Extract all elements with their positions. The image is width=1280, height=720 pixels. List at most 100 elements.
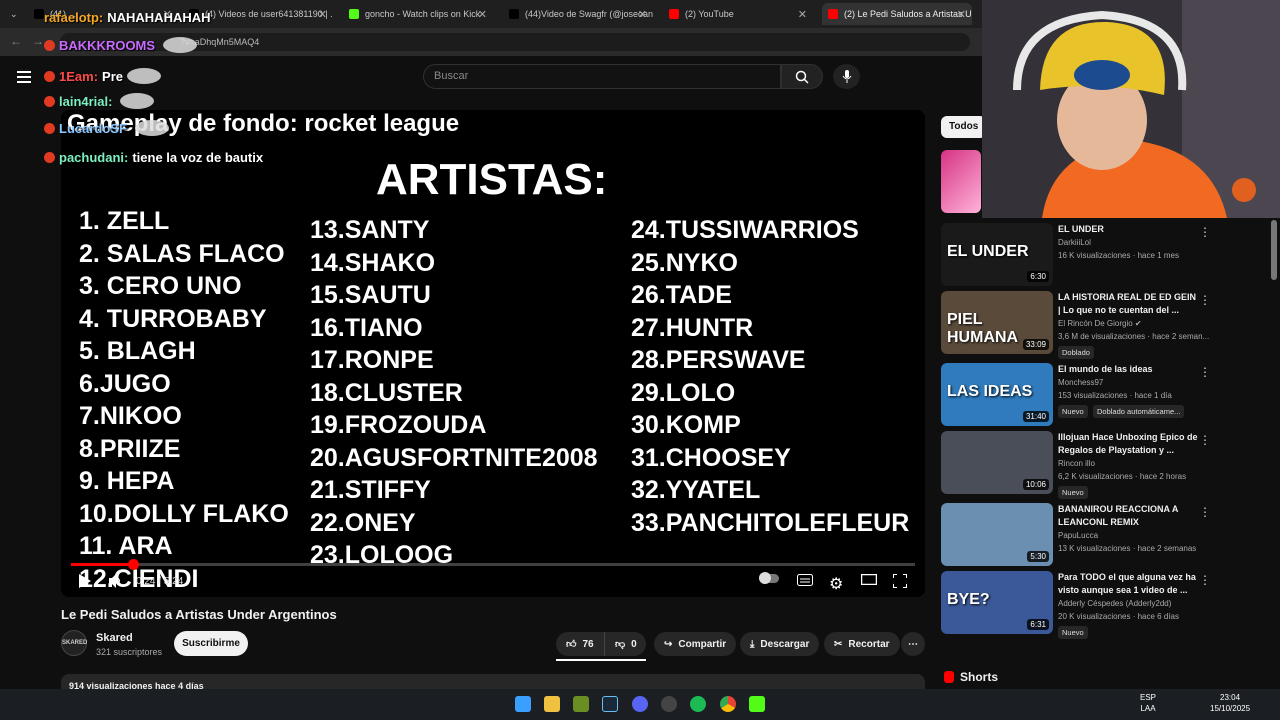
progress-fill [71,563,134,566]
video-thumbnail[interactable]: 10:06 [941,431,1053,494]
fullscreen-button[interactable] [893,574,907,588]
share-button[interactable]: ↪ Compartir [654,632,737,656]
chat-badge-icon [44,95,55,107]
artist-entry: 21.STIFFY [310,476,431,504]
more-options-icon[interactable]: ⋮ [1199,225,1211,239]
video-thumbnail[interactable]: PIEL HUMANA 33:09 [941,291,1053,354]
chat-username: pachudani: [59,150,129,165]
subscribe-button[interactable]: Suscribirme [174,631,248,656]
recommended-channel[interactable]: Rincon illo [1058,459,1095,468]
recommended-channel[interactable]: PapuLucca [1058,531,1098,540]
recommended-title[interactable]: Para TODO el que alguna vez ha visto aun… [1058,571,1198,597]
download-button[interactable]: ⤓ Descargar [740,632,820,656]
recommended-channel[interactable]: El Rincón De Giorgio ✔ [1058,319,1142,328]
close-tab-icon[interactable]: ✕ [798,8,807,21]
recommended-video[interactable]: EL UNDER 6:30 EL UNDER DarkiiiLol 16 K visua… [941,223,1211,289]
close-tab-icon[interactable]: ✕ [478,8,487,21]
video-thumbnail[interactable]: 5:30 [941,503,1053,566]
recommended-title[interactable]: El mundo de las ideas [1058,363,1198,376]
more-options-icon[interactable]: ⋮ [1199,293,1211,307]
system-clock[interactable]: 23:04 15/10/2025 [1210,692,1250,714]
menu-icon[interactable] [17,71,31,83]
shorts-section[interactable]: Shorts [944,670,998,684]
tab-list-button[interactable]: ⌄ [4,3,24,25]
artist-entry: 2. SALAS FLACO [79,239,285,268]
like-count: 76 [582,638,594,650]
steam-icon[interactable] [602,696,618,712]
video-thumbnail[interactable]: EL UNDER 6:30 [941,223,1053,286]
theater-mode-button[interactable] [861,574,877,585]
video-duration: 33:09 [1022,339,1049,350]
more-options-icon[interactable]: ⋮ [1199,365,1211,379]
browser-tab[interactable]: (2) YouTube ✕ [663,3,813,25]
minecraft-icon[interactable] [573,696,589,712]
tab-favicon-icon [34,9,44,19]
video-badge: Doblado automáticame... [1093,405,1185,418]
back-icon[interactable]: ← [10,34,22,48]
like-button[interactable]: 👍︎ 76 [556,632,604,656]
discord-icon[interactable] [632,696,648,712]
recommended-video[interactable]: 10:06 Illojuan Hace Unboxing Epico de Reg… [941,431,1211,499]
file-explorer-icon[interactable] [544,696,560,712]
sidebar-partial-thumbnail[interactable] [941,150,981,213]
language-indicator[interactable]: ESP LAA [1140,692,1156,714]
subtitles-button[interactable] [797,574,813,586]
video-thumbnail[interactable]: LAS IDEAS 31:40 [941,363,1053,426]
video-duration: 6:30 [1027,271,1049,282]
clip-button[interactable]: ✂ Recortar [824,632,900,656]
more-options-icon[interactable]: ⋮ [1199,433,1211,447]
close-tab-icon[interactable]: ✕ [318,8,327,21]
chat-message: BAKKKROOMS [44,37,198,53]
search-button[interactable] [781,64,823,89]
browser-tab[interactable]: goncho - Watch clips on Kick ✕ [343,3,493,25]
obs-icon[interactable] [661,696,677,712]
theater-icon [861,574,877,585]
recommended-channel[interactable]: DarkiiiLol [1058,238,1091,247]
windows-start-icon[interactable] [515,696,531,712]
recommended-title[interactable]: BANANIROU REACCIONA A LEANCONL REMIX [1058,503,1198,529]
close-tab-icon[interactable]: ✕ [957,8,966,21]
browser-tab[interactable]: (44)Video de Swagfr (@joseoan... ✕ [503,3,653,25]
play-button[interactable] [79,574,91,588]
more-actions-button[interactable]: ⋯ [901,632,925,656]
artist-entry: 19.FROZOUDA [310,411,487,439]
video-thumbnail[interactable]: BYE? 6:31 [941,571,1053,634]
recommended-title[interactable]: LA HISTORIA REAL DE ED GEIN | Lo que no … [1058,291,1198,317]
recommended-meta: 16 K visualizaciones · hace 1 mes [1058,251,1179,260]
kick-icon[interactable] [749,696,765,712]
recommended-video[interactable]: 5:30 BANANIROU REACCIONA A LEANCONL REMIX… [941,503,1211,569]
recommended-video[interactable]: BYE? 6:31 Para TODO el que alguna vez ha v… [941,571,1211,639]
voice-search-button[interactable] [833,64,860,89]
close-tab-icon[interactable]: ✕ [638,8,647,21]
settings-button[interactable]: ⚙ [829,574,843,594]
scrollbar[interactable] [1271,220,1277,280]
artist-entry: 11. ARA [79,532,173,560]
recommended-video[interactable]: PIEL HUMANA 33:09 LA HISTORIA REAL DE ED G… [941,291,1211,359]
recommended-channel[interactable]: Monchess97 [1058,378,1103,387]
video-badge: Doblado [1058,346,1094,359]
emote-icon [134,120,169,136]
progress-bar[interactable] [71,559,915,570]
recommended-video[interactable]: LAS IDEAS 31:40 El mundo de las ideas Monch… [941,363,1211,429]
spotify-icon[interactable] [690,696,706,712]
chat-username: BAKKKROOMS [59,37,156,53]
chip-todos[interactable]: Todos [941,116,987,138]
forward-icon[interactable]: → [32,34,44,48]
recommended-meta: 153 visualizaciones · hace 1 día [1058,391,1172,400]
autoplay-toggle[interactable] [759,572,779,584]
more-options-icon[interactable]: ⋮ [1199,505,1211,519]
volume-button[interactable] [109,574,123,588]
recommended-title[interactable]: Illojuan Hace Unboxing Epico de Regalos … [1058,431,1198,457]
recommended-title[interactable]: EL UNDER [1058,223,1198,236]
channel-avatar[interactable]: SKARED [61,630,87,656]
search-input[interactable]: Buscar [423,64,781,89]
chrome-icon[interactable] [720,696,736,712]
tab-favicon-icon [349,9,359,19]
recommended-channel[interactable]: Adderly Céspedes (Adderly2dd) [1058,599,1171,608]
dislike-button[interactable]: 👎︎ 0 [604,632,646,656]
more-options-icon[interactable]: ⋮ [1199,573,1211,587]
clip-label: Recortar [848,638,890,650]
browser-tab[interactable]: (2) Le Pedi Saludos a Artistas Un... ✕ [822,3,972,25]
video-player[interactable]: Gameplay de fondo: rocket league ARTISTA… [61,110,925,597]
channel-name[interactable]: Skared [96,632,133,644]
